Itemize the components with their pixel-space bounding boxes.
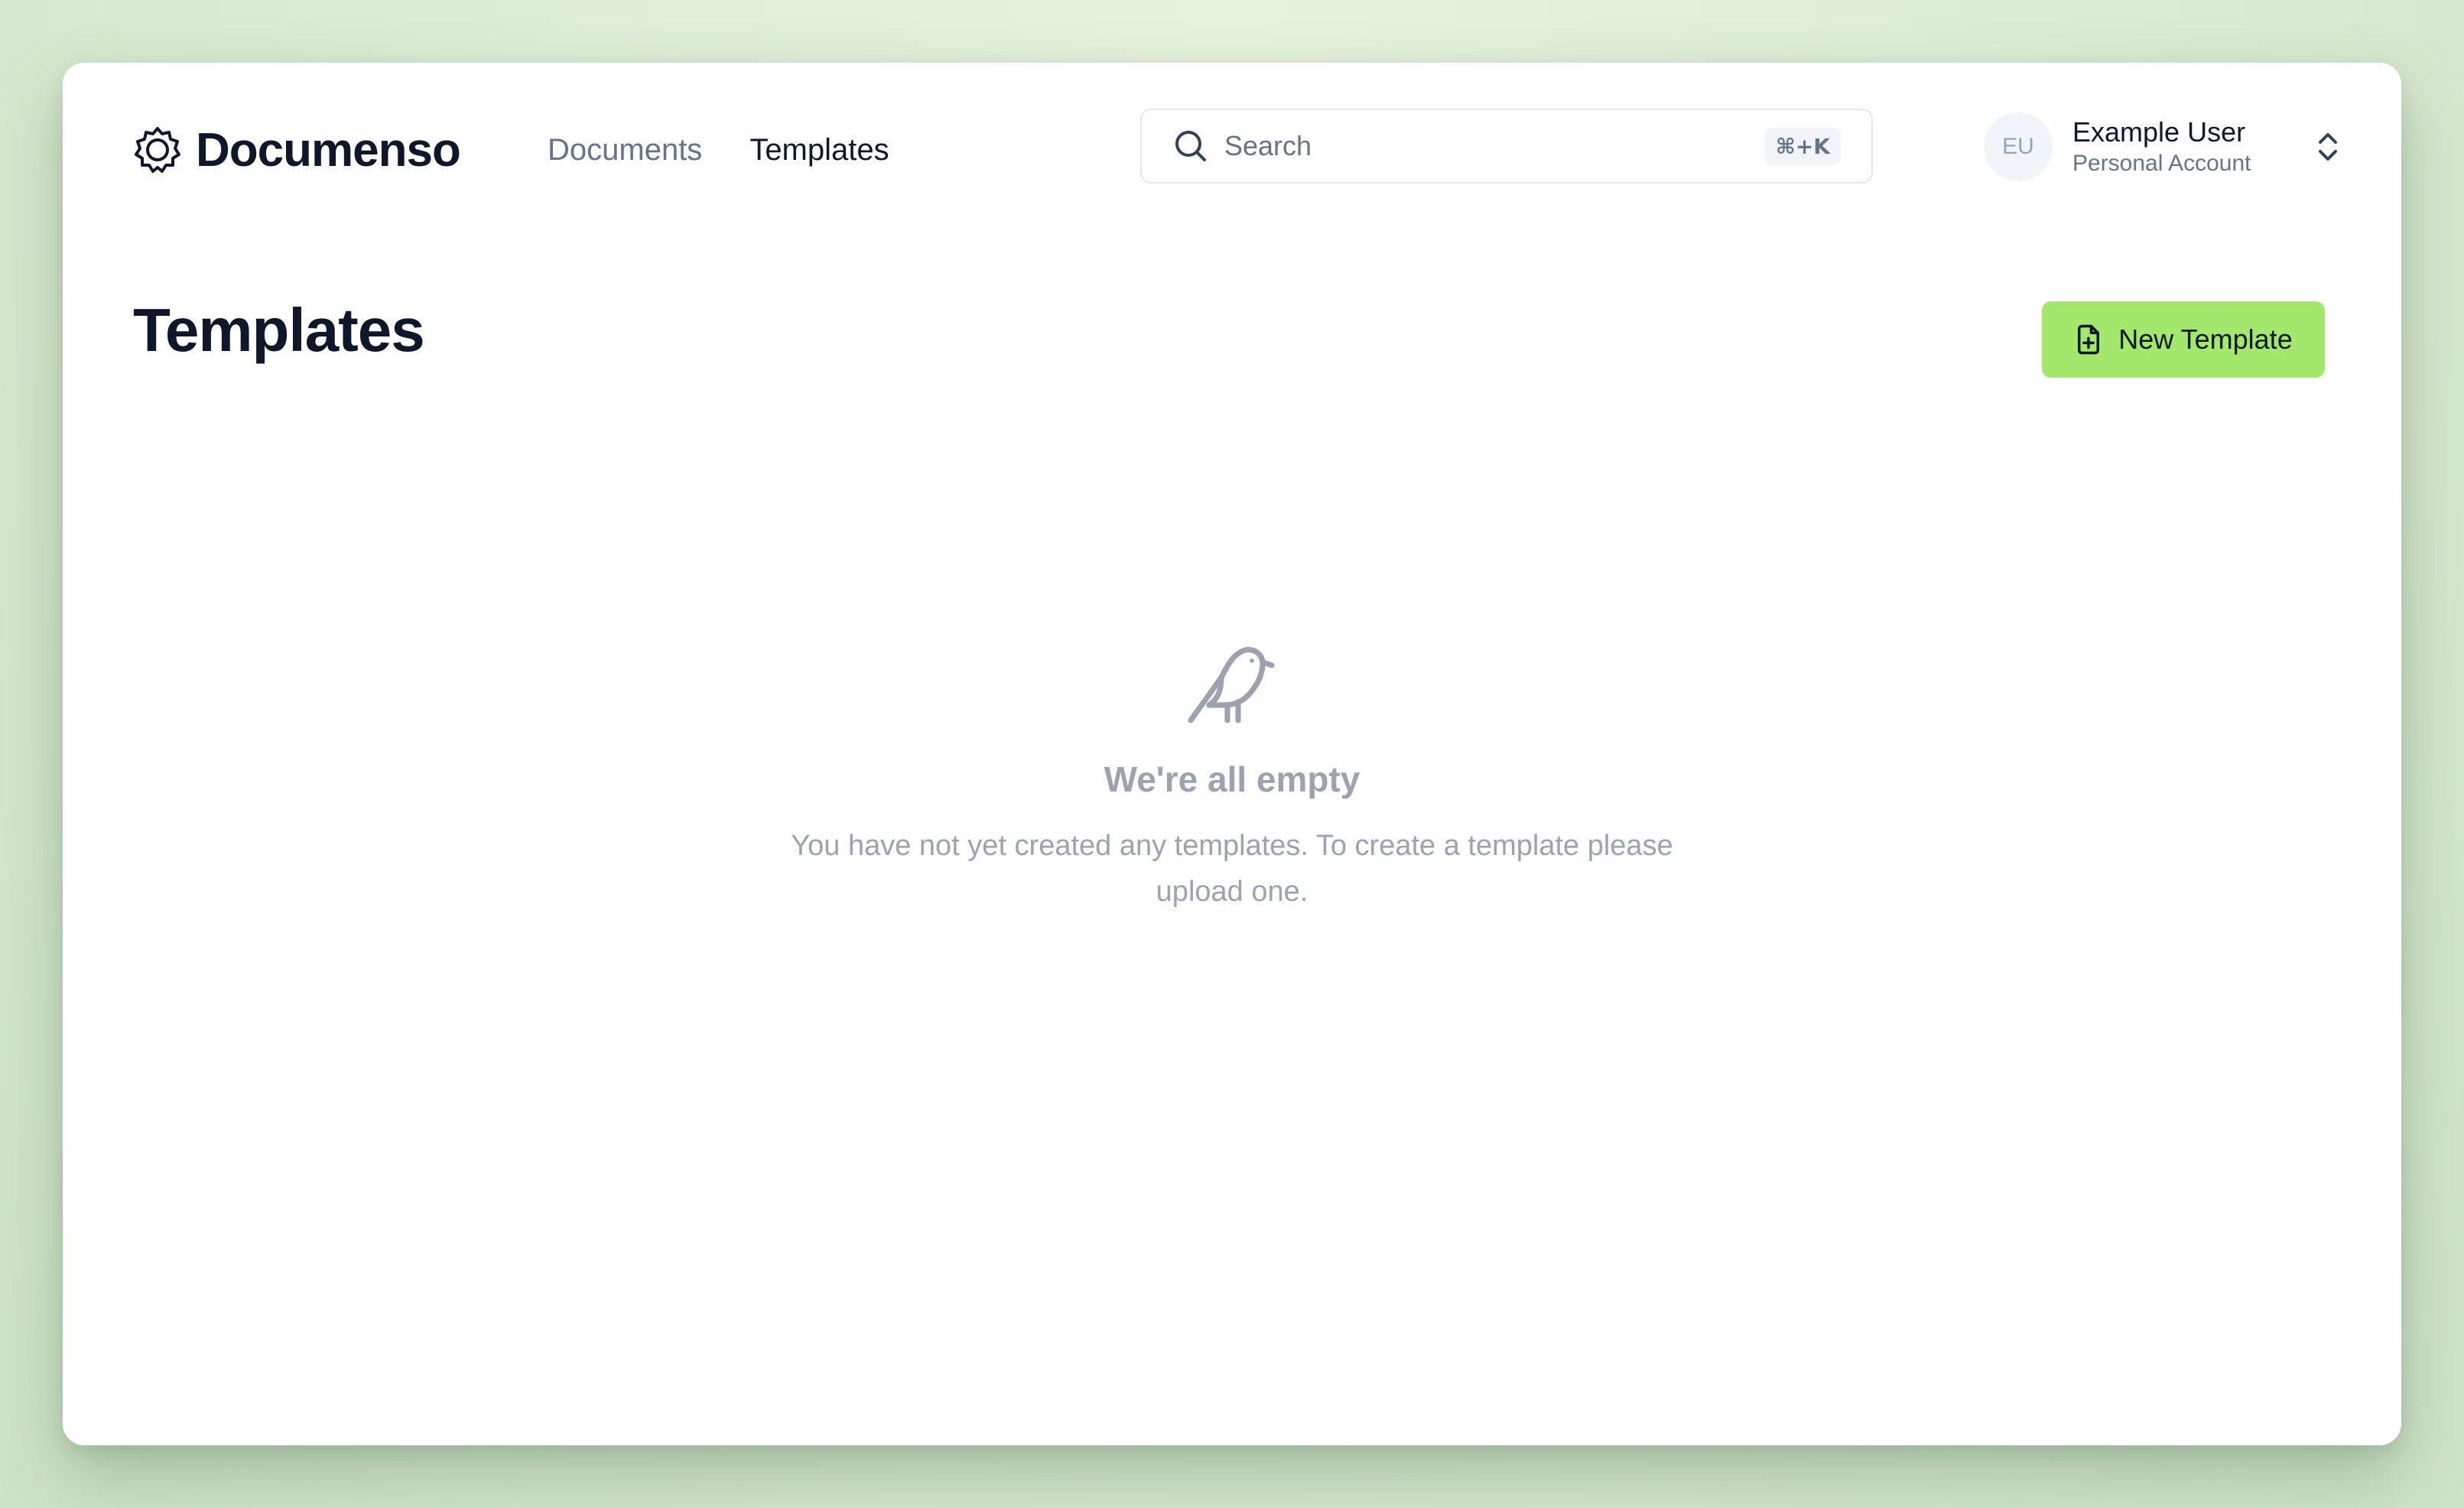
search-icon (1172, 128, 1209, 164)
empty-state-description: You have not yet created any templates. … (791, 830, 1673, 908)
nav-documents[interactable]: Documents (548, 133, 702, 167)
account-type: Personal Account (2072, 151, 2251, 176)
nav-templates[interactable]: Templates (749, 133, 889, 167)
account-switcher[interactable]: EU Example User Personal Account (1984, 109, 2343, 185)
empty-state: We're all empty You have not yet created… (63, 644, 2401, 915)
account-name: Example User (2072, 116, 2246, 148)
bird-icon (1188, 647, 1275, 723)
main-nav: Documents Templates (548, 118, 889, 182)
file-plus-icon (2074, 323, 2103, 356)
search-shortcut-badge: ⌘+K (1764, 127, 1841, 165)
brand-name: Documenso (196, 123, 461, 177)
app-window: Documenso Documents Templates Search ⌘+K… (63, 63, 2401, 1445)
search-input[interactable]: Search ⌘+K (1140, 109, 1873, 184)
brand-logo-link[interactable]: Documenso (133, 118, 461, 182)
new-template-button[interactable]: New Template (2042, 301, 2325, 378)
page-title: Templates (133, 296, 425, 364)
empty-state-title: We're all empty (1104, 759, 1360, 799)
search-placeholder: Search (1224, 130, 1312, 161)
documenso-logo-icon (133, 125, 182, 174)
account-info: Example User Personal Account (2072, 115, 2305, 178)
top-header: Documenso Documents Templates Search ⌘+K… (63, 63, 2401, 231)
chevron-up-down-icon (2313, 128, 2343, 165)
avatar: EU (1984, 112, 2053, 181)
new-template-label: New Template (2118, 323, 2293, 355)
